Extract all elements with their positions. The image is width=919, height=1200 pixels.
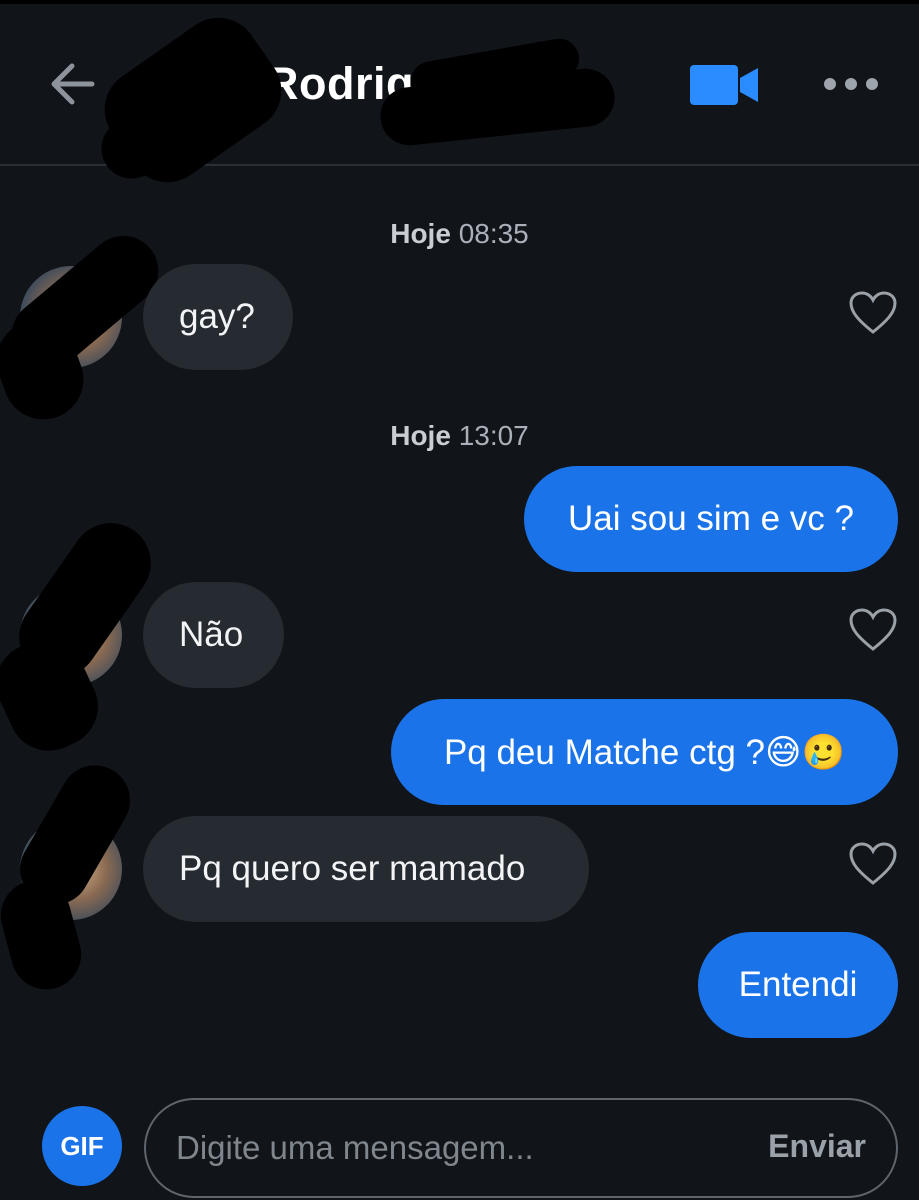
gif-button[interactable]: GIF bbox=[42, 1106, 122, 1186]
send-button[interactable]: Enviar bbox=[768, 1128, 866, 1165]
message-bubble-outgoing[interactable]: Uai sou sim e vc ? bbox=[524, 466, 898, 572]
message-text: Não bbox=[179, 615, 244, 654]
message-input[interactable] bbox=[176, 1129, 736, 1167]
back-arrow-icon[interactable] bbox=[46, 60, 98, 108]
timestamp-day: Hoje bbox=[390, 420, 451, 451]
video-call-icon[interactable] bbox=[688, 62, 762, 108]
chat-header: Rodrig bbox=[0, 0, 919, 198]
message-bubble-incoming[interactable]: gay? bbox=[143, 264, 293, 370]
heart-icon[interactable] bbox=[848, 841, 898, 887]
message-bubble-incoming[interactable]: Não bbox=[143, 582, 284, 688]
timestamp-day: Hoje bbox=[390, 218, 451, 249]
message-text: Uai sou sim e vc ? bbox=[568, 499, 854, 538]
message-text: Entendi bbox=[738, 965, 858, 1004]
message-text: Pq deu Matche ctg ?😅🥲 bbox=[443, 732, 846, 772]
top-edge bbox=[0, 0, 919, 4]
message-bubble-incoming[interactable]: Pq quero ser mamado bbox=[143, 816, 589, 922]
message-text: Pq quero ser mamado bbox=[179, 849, 526, 888]
timestamp: Hoje 13:07 bbox=[0, 420, 919, 452]
timestamp-time: 08:35 bbox=[458, 218, 529, 249]
heart-icon[interactable] bbox=[848, 607, 898, 653]
message-bubble-outgoing[interactable]: Pq deu Matche ctg ?😅🥲 bbox=[391, 699, 898, 805]
more-options-icon[interactable] bbox=[822, 72, 882, 96]
gif-label: GIF bbox=[60, 1130, 104, 1161]
message-text: gay? bbox=[179, 297, 255, 336]
message-bubble-outgoing[interactable]: Entendi bbox=[698, 932, 898, 1038]
message-composer: Enviar bbox=[144, 1098, 898, 1198]
timestamp-time: 13:07 bbox=[458, 420, 529, 451]
heart-icon[interactable] bbox=[848, 290, 898, 336]
